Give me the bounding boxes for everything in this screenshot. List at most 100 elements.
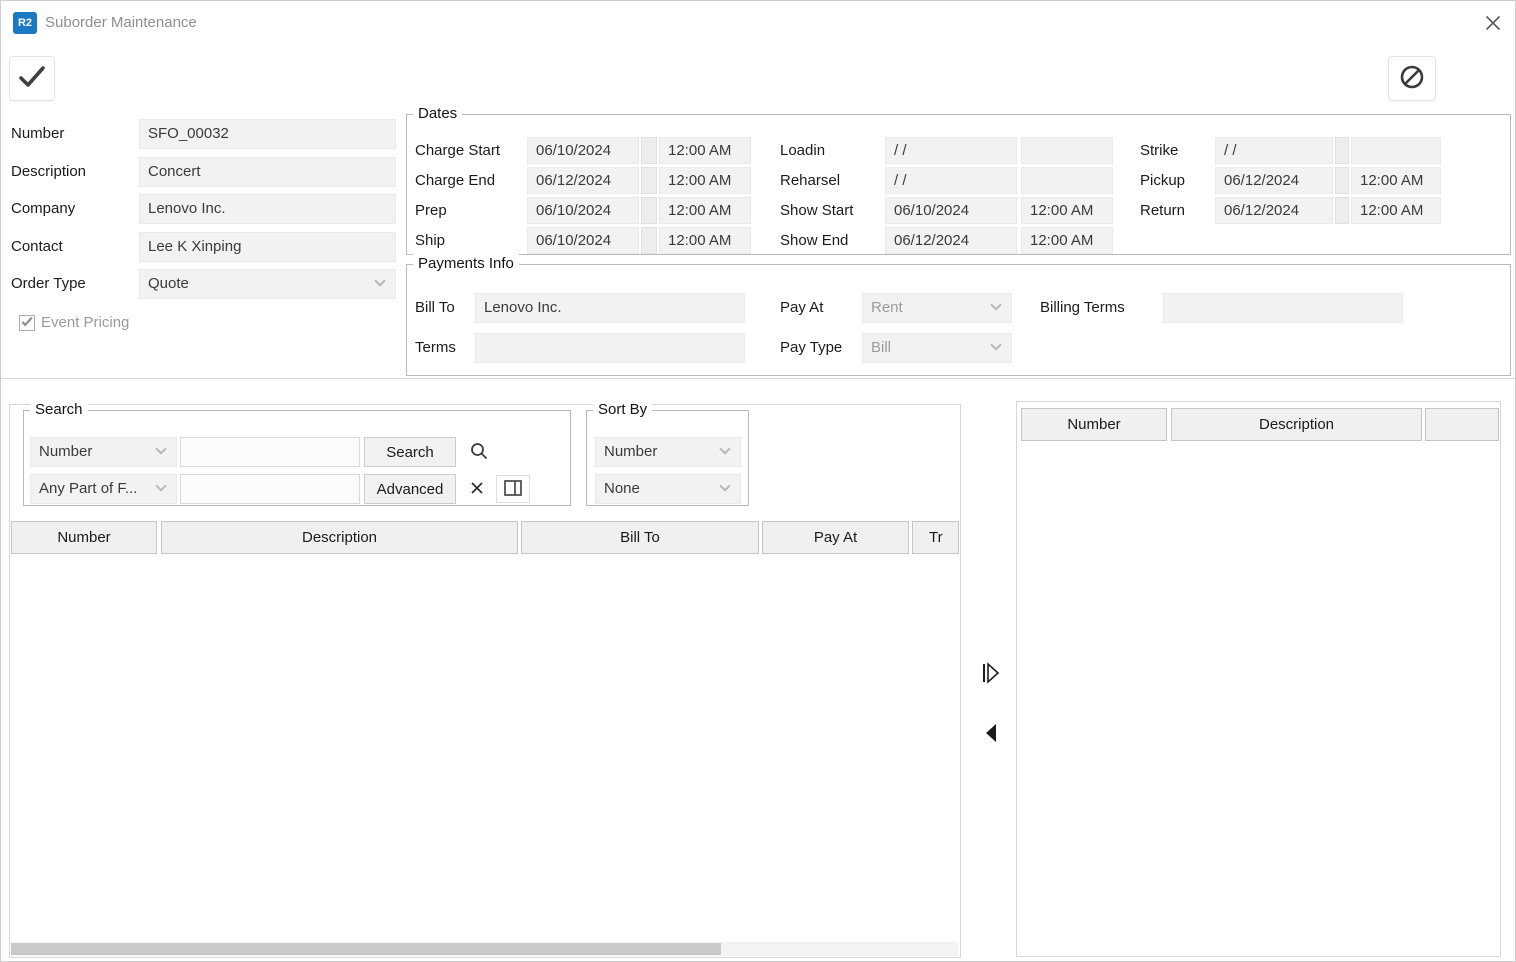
return-date[interactable]: 06/12/2024 bbox=[1215, 197, 1333, 224]
number-label: Number bbox=[11, 119, 64, 149]
chevron-down-icon bbox=[990, 299, 1001, 310]
chevron-down-icon bbox=[155, 443, 166, 454]
pay-type-label: Pay Type bbox=[780, 333, 842, 363]
section-separator bbox=[1, 378, 1516, 379]
strike-label: Strike bbox=[1140, 137, 1178, 164]
pay-type-select[interactable]: Bill bbox=[862, 333, 1012, 363]
close-icon[interactable] bbox=[1479, 11, 1507, 37]
results-col-bill-to[interactable]: Bill To bbox=[521, 521, 759, 554]
ship-date-picker[interactable] bbox=[641, 227, 657, 254]
chevron-down-icon bbox=[374, 275, 385, 286]
show-end-label: Show End bbox=[780, 227, 848, 254]
pay-type-value: Bill bbox=[871, 339, 891, 356]
cancel-icon bbox=[1399, 64, 1425, 93]
event-pricing-label: Event Pricing bbox=[41, 308, 129, 338]
sort-secondary-value: None bbox=[604, 480, 640, 497]
prep-time[interactable]: 12:00 AM bbox=[659, 197, 751, 224]
show-start-label: Show Start bbox=[780, 197, 853, 224]
results-col-pay-at[interactable]: Pay At bbox=[762, 521, 909, 554]
show-start-time[interactable]: 12:00 AM bbox=[1021, 197, 1113, 224]
ship-label: Ship bbox=[415, 227, 445, 254]
horizontal-scrollbar[interactable] bbox=[11, 942, 958, 956]
selected-col-number[interactable]: Number bbox=[1021, 408, 1167, 441]
scrollbar-thumb[interactable] bbox=[11, 943, 721, 955]
reharsel-date[interactable]: / / bbox=[885, 167, 1017, 194]
charge-end-date-picker[interactable] bbox=[641, 167, 657, 194]
selected-col-spacer bbox=[1425, 408, 1499, 441]
billing-terms-field[interactable] bbox=[1163, 293, 1403, 323]
pay-at-select[interactable]: Rent bbox=[862, 293, 1012, 323]
columns-icon bbox=[503, 479, 523, 500]
ship-time[interactable]: 12:00 AM bbox=[659, 227, 751, 254]
return-date-picker[interactable] bbox=[1335, 197, 1349, 224]
selected-col-description[interactable]: Description bbox=[1171, 408, 1422, 441]
return-time[interactable]: 12:00 AM bbox=[1351, 197, 1441, 224]
charge-start-date-picker[interactable] bbox=[641, 137, 657, 164]
show-end-time[interactable]: 12:00 AM bbox=[1021, 227, 1113, 254]
search-field-select[interactable]: Number bbox=[30, 437, 177, 467]
search-magnifier-button[interactable] bbox=[462, 439, 496, 465]
search-match-select[interactable]: Any Part of F... bbox=[30, 474, 177, 504]
charge-end-time[interactable]: 12:00 AM bbox=[659, 167, 751, 194]
search-input-2[interactable] bbox=[180, 474, 360, 504]
ship-date[interactable]: 06/10/2024 bbox=[527, 227, 639, 254]
clear-search-button[interactable] bbox=[462, 476, 492, 502]
dates-group: Dates Charge Start 06/10/2024 12:00 AM C… bbox=[406, 114, 1511, 255]
show-start-date[interactable]: 06/10/2024 bbox=[885, 197, 1017, 224]
show-end-date[interactable]: 06/12/2024 bbox=[885, 227, 1017, 254]
charge-end-date[interactable]: 06/12/2024 bbox=[527, 167, 639, 194]
search-input-1[interactable] bbox=[180, 437, 360, 467]
loadin-date[interactable]: / / bbox=[885, 137, 1017, 164]
bill-to-field[interactable]: Lenovo Inc. bbox=[475, 293, 745, 323]
contact-field[interactable]: Lee K Xinping bbox=[139, 232, 396, 262]
save-button[interactable] bbox=[9, 56, 55, 101]
chevron-down-icon bbox=[719, 443, 730, 454]
charge-start-time[interactable]: 12:00 AM bbox=[659, 137, 751, 164]
r2-logo: R2 bbox=[13, 12, 37, 34]
terms-label: Terms bbox=[415, 333, 456, 363]
prep-label: Prep bbox=[415, 197, 447, 224]
column-chooser-button[interactable] bbox=[496, 475, 530, 503]
billing-terms-label: Billing Terms bbox=[1040, 293, 1125, 323]
strike-date-picker[interactable] bbox=[1335, 137, 1349, 164]
reharsel-time[interactable] bbox=[1021, 167, 1113, 194]
sort-secondary-select[interactable]: None bbox=[595, 474, 741, 504]
event-pricing-checkbox[interactable] bbox=[19, 315, 35, 331]
loadin-time[interactable] bbox=[1021, 137, 1113, 164]
company-field[interactable]: Lenovo Inc. bbox=[139, 194, 396, 224]
charge-start-date[interactable]: 06/10/2024 bbox=[527, 137, 639, 164]
close-x-icon bbox=[1484, 14, 1502, 35]
sort-primary-select[interactable]: Number bbox=[595, 437, 741, 467]
search-button[interactable]: Search bbox=[364, 437, 456, 467]
selected-panel bbox=[1016, 401, 1501, 957]
dates-legend: Dates bbox=[413, 104, 462, 124]
move-right-button[interactable] bbox=[975, 657, 1005, 691]
prep-date[interactable]: 06/10/2024 bbox=[527, 197, 639, 224]
payments-legend: Payments Info bbox=[413, 254, 519, 274]
order-type-label: Order Type bbox=[11, 269, 86, 299]
strike-time[interactable] bbox=[1351, 137, 1441, 164]
results-col-number[interactable]: Number bbox=[11, 521, 157, 554]
number-field[interactable]: SFO_00032 bbox=[139, 119, 396, 149]
description-label: Description bbox=[11, 157, 86, 187]
terms-field[interactable] bbox=[475, 333, 745, 363]
sortby-group: Sort By Number None bbox=[586, 410, 749, 506]
prep-date-picker[interactable] bbox=[641, 197, 657, 224]
advanced-button[interactable]: Advanced bbox=[364, 474, 456, 504]
reharsel-label: Reharsel bbox=[780, 167, 840, 194]
cancel-button[interactable] bbox=[1388, 56, 1436, 101]
pickup-time[interactable]: 12:00 AM bbox=[1351, 167, 1441, 194]
results-col-truncated[interactable]: Tr bbox=[912, 521, 959, 554]
search-legend: Search bbox=[30, 400, 88, 420]
order-type-select[interactable]: Quote bbox=[139, 269, 396, 299]
results-col-description[interactable]: Description bbox=[161, 521, 518, 554]
strike-date[interactable]: / / bbox=[1215, 137, 1333, 164]
pickup-label: Pickup bbox=[1140, 167, 1185, 194]
pickup-date-picker[interactable] bbox=[1335, 167, 1349, 194]
move-left-button[interactable] bbox=[975, 717, 1005, 751]
description-field[interactable]: Concert bbox=[139, 157, 396, 187]
pickup-date[interactable]: 06/12/2024 bbox=[1215, 167, 1333, 194]
loadin-label: Loadin bbox=[780, 137, 825, 164]
pay-at-label: Pay At bbox=[780, 293, 823, 323]
checkmark-icon bbox=[18, 65, 46, 92]
